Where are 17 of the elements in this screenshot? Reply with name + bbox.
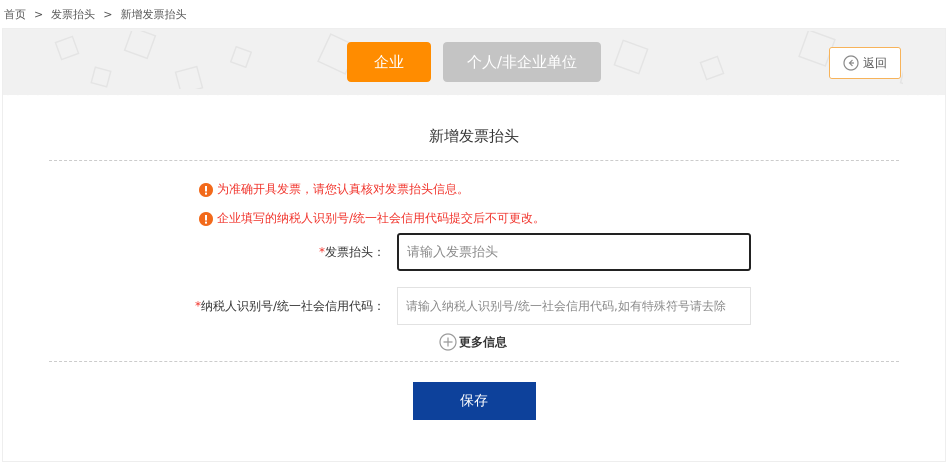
back-button[interactable]: 返回: [829, 47, 901, 79]
breadcrumb-link[interactable]: 新增发票抬头: [120, 6, 186, 22]
plus-icon: [439, 333, 457, 351]
more-info-link[interactable]: 更多信息: [439, 333, 507, 351]
warning-icon: [199, 212, 213, 226]
breadcrumb-separator: >: [34, 8, 44, 20]
breadcrumb-link[interactable]: 发票抬头: [51, 6, 96, 22]
warning-text: 企业填写的纳税人识别号/统一社会信用代码提交后不可更改。: [217, 210, 546, 227]
form-title: 新增发票抬头: [428, 126, 520, 147]
save-button[interactable]: 保存: [412, 382, 536, 420]
warning-icon: [199, 182, 213, 196]
warning-text: 为准确开具发票，请您认真核对发票抬头信息。: [217, 181, 469, 198]
input-field[interactable]: 请输入发票抬头: [397, 233, 751, 271]
field-label: *纳税人识别号/统一社会信用代码：: [194, 298, 386, 314]
breadcrumb-separator: >: [103, 8, 112, 20]
field-label: *发票抬头：: [318, 244, 386, 260]
breadcrumb-link[interactable]: 首页: [4, 6, 26, 22]
